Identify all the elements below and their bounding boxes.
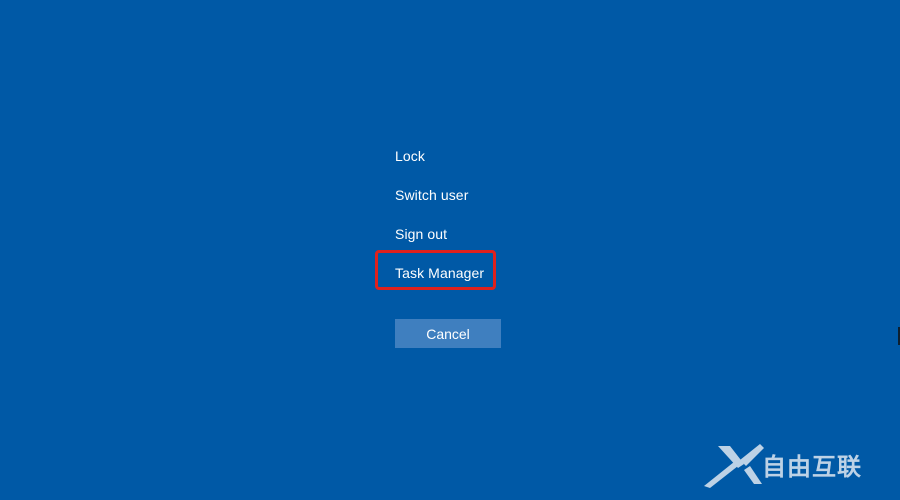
watermark: 自由互联 (700, 440, 890, 488)
menu-item-switch-user[interactable]: Switch user (395, 175, 615, 214)
watermark-text: 自由互联 (762, 452, 862, 481)
menu-item-task-manager[interactable]: Task Manager (375, 250, 615, 292)
cancel-button[interactable]: Cancel (395, 319, 501, 348)
menu-item-lock[interactable]: Lock (395, 136, 615, 175)
security-options-menu: Lock Switch user Sign out Task Manager (375, 136, 615, 292)
menu-item-label: Switch user (395, 186, 469, 203)
menu-item-label: Sign out (395, 225, 448, 242)
menu-item-sign-out[interactable]: Sign out (395, 214, 615, 253)
menu-item-label: Lock (395, 147, 425, 164)
x-logo-icon (704, 444, 764, 488)
menu-item-label: Task Manager (395, 264, 485, 281)
